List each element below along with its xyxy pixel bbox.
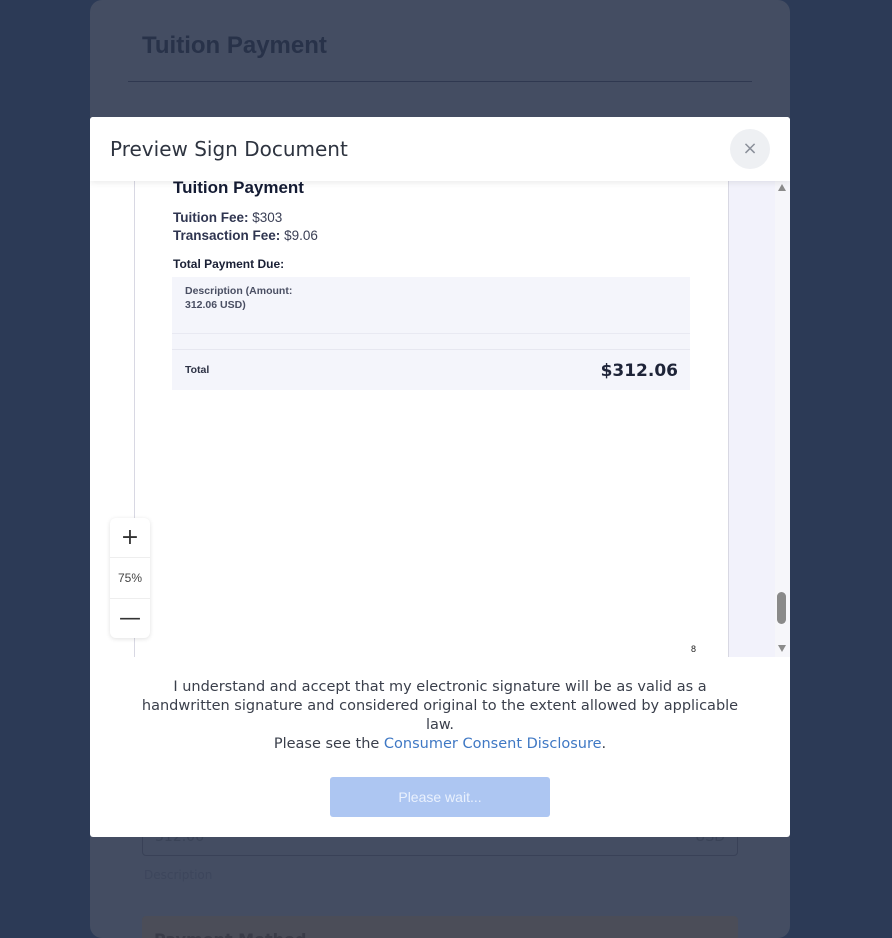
document-page: Tuition Payment Tuition Fee: $303 Transa… [134, 181, 729, 657]
scroll-thumb[interactable] [777, 592, 786, 624]
sign-button[interactable]: Please wait... [330, 777, 550, 817]
scroll-up-arrow-icon[interactable] [778, 184, 786, 191]
preview-sign-modal: Preview Sign Document × Tuition Payment … [90, 117, 790, 837]
minus-icon: — [119, 606, 141, 631]
zoom-in-button[interactable]: + [110, 518, 150, 558]
disclosure-suffix: . [601, 736, 607, 752]
viewer-scrollbar[interactable] [775, 181, 790, 657]
transaction-fee-value: $9.06 [284, 228, 318, 243]
background-page-title: Tuition Payment [142, 32, 327, 59]
total-value: $312.06 [600, 361, 678, 381]
close-button[interactable]: × [730, 129, 770, 169]
document-title: Tuition Payment [173, 181, 304, 197]
disclosure-line: Please see the Consumer Consent Disclosu… [130, 736, 750, 752]
transaction-fee-label: Transaction Fee: [173, 228, 281, 243]
zoom-out-button[interactable]: — [110, 598, 150, 638]
total-due-label: Total Payment Due: [173, 257, 285, 271]
table-divider [172, 333, 690, 334]
modal-title: Preview Sign Document [110, 137, 348, 161]
tuition-fee-label: Tuition Fee: [173, 210, 249, 225]
tuition-fee-line: Tuition Fee: $303 [173, 210, 282, 225]
amount-help-text: Description [144, 868, 213, 882]
background-divider [128, 81, 752, 82]
close-icon: × [742, 138, 758, 159]
description-cell: Description (Amount: 312.06 USD) [185, 285, 293, 311]
payment-method-section: Payment Method [142, 916, 738, 938]
disclosure-prefix: Please see the [273, 736, 384, 752]
tuition-fee-value: $303 [252, 210, 283, 225]
payment-summary-table: Description (Amount: 312.06 USD) Total $… [172, 277, 690, 390]
zoom-level: 75% [117, 571, 143, 585]
scroll-down-arrow-icon[interactable] [778, 645, 786, 652]
modal-header: Preview Sign Document × [90, 117, 790, 181]
consent-text: I understand and accept that my electron… [141, 679, 739, 733]
transaction-fee-line: Transaction Fee: $9.06 [173, 228, 318, 243]
document-viewer[interactable]: Tuition Payment Tuition Fee: $303 Transa… [90, 181, 790, 657]
total-label: Total [185, 364, 210, 376]
zoom-control: + 75% — [110, 518, 150, 638]
consumer-consent-disclosure-link[interactable]: Consumer Consent Disclosure [384, 736, 602, 752]
page-number: 8 [691, 644, 697, 654]
plus-icon: + [120, 525, 140, 550]
payment-method-label: Payment Method [154, 930, 306, 938]
table-divider [172, 349, 690, 350]
